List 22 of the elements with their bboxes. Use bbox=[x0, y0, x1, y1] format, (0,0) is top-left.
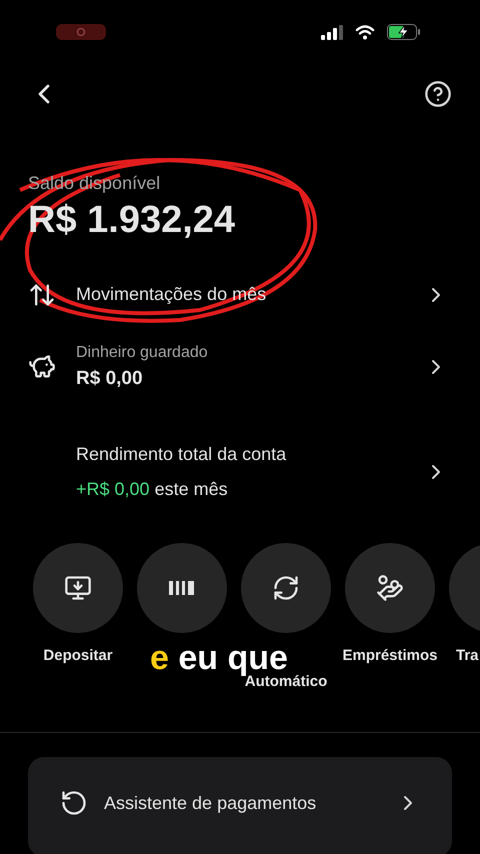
refresh-icon bbox=[272, 574, 300, 602]
action-label: Automático bbox=[244, 673, 328, 692]
dollar-cycle-icon bbox=[60, 789, 88, 817]
row-label: Dinheiro guardado bbox=[76, 342, 209, 362]
hand-coin-icon bbox=[376, 574, 404, 602]
wifi-icon bbox=[355, 24, 375, 40]
battery-icon bbox=[387, 24, 420, 40]
action-label: Depositar bbox=[43, 646, 113, 666]
action-label: Tra bbox=[456, 646, 479, 666]
screen-download-icon bbox=[64, 574, 92, 602]
help-icon bbox=[424, 80, 452, 108]
row-title: Rendimento total da conta bbox=[76, 443, 288, 466]
list-row[interactable]: Dinheiro guardado R$ 0,00 bbox=[0, 324, 480, 409]
row-value: R$ 0,00 bbox=[76, 366, 144, 390]
row-subtitle: +R$ 0,00 este mês bbox=[76, 478, 229, 501]
action-label: Empréstimos bbox=[342, 646, 438, 666]
barcode-icon bbox=[169, 581, 195, 595]
assistant-card[interactable]: Assistente de pagamentos bbox=[28, 757, 452, 854]
signal-icon bbox=[321, 24, 343, 40]
list-row[interactable]: Rendimento total da conta +R$ 0,00 este mês bbox=[0, 409, 480, 535]
card-title: Assistente de pagamentos bbox=[104, 792, 318, 815]
help-button[interactable] bbox=[424, 80, 452, 108]
